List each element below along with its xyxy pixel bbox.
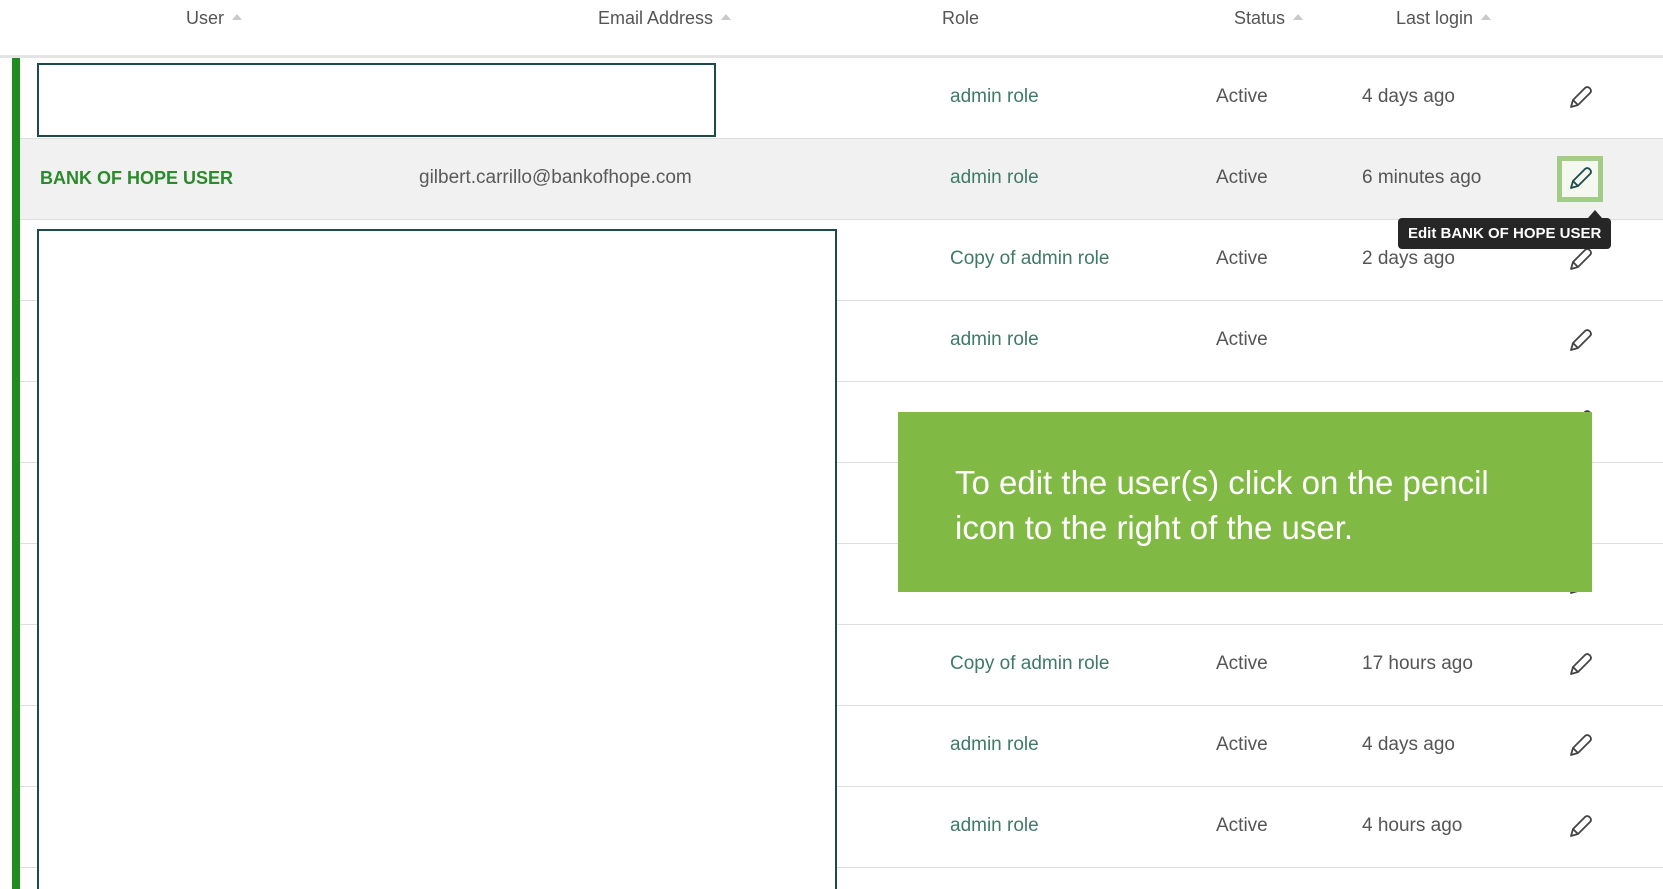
pencil-icon [1566,327,1594,355]
pencil-icon [1566,84,1594,112]
edit-user-button[interactable] [1557,75,1603,121]
table-row[interactable]: BANK OF HOPE USER gilbert.carrillo@banko… [20,139,1663,220]
user-status: Active [1216,653,1268,674]
pencil-icon [1562,161,1598,197]
redaction-box [37,229,837,889]
column-header-last-login[interactable]: Last login [1396,8,1492,29]
column-header-user[interactable]: User [186,8,243,29]
column-header-status-label: Status [1234,8,1286,28]
sort-ascending-icon[interactable] [232,14,243,21]
column-header-status[interactable]: Status [1234,8,1304,29]
redaction-box [37,63,716,137]
sort-ascending-icon[interactable] [1293,14,1304,21]
user-role: admin role [950,167,1039,188]
edit-user-button[interactable] [1557,642,1603,688]
pencil-icon [1566,246,1594,274]
user-role: Copy of admin role [950,653,1110,674]
edit-user-button[interactable] [1557,804,1603,850]
user-status: Active [1216,167,1268,188]
user-status: Active [1216,815,1268,836]
column-header-email-label: Email Address [598,8,714,28]
user-last-login: 17 hours ago [1362,653,1473,674]
column-header-role-label: Role [942,8,980,28]
sort-ascending-icon[interactable] [1481,14,1492,21]
selected-group-accent-bar [12,58,20,889]
column-header-last-login-label: Last login [1396,8,1474,28]
pencil-icon [1566,732,1594,760]
tooltip-arrow [1588,210,1602,218]
edit-user-button[interactable] [1557,723,1603,769]
user-last-login: 6 minutes ago [1362,167,1482,188]
user-status: Active [1216,248,1268,269]
sort-ascending-icon[interactable] [721,14,732,21]
user-status: Active [1216,86,1268,107]
user-role: admin role [950,329,1039,350]
user-email: gilbert.carrillo@bankofhope.com [419,167,692,188]
column-header-user-label: User [186,8,225,28]
edit-tooltip: Edit BANK OF HOPE USER [1398,218,1612,249]
pencil-icon [1566,651,1594,679]
instruction-callout: To edit the user(s) click on the pencil … [898,412,1592,592]
edit-user-button[interactable] [1557,318,1603,364]
user-last-login: 4 days ago [1362,734,1455,755]
column-header-email[interactable]: Email Address [598,8,732,29]
user-status: Active [1216,329,1268,350]
user-role: Copy of admin role [950,248,1110,269]
user-last-login: 4 days ago [1362,86,1455,107]
table-header: User Email Address Role Status Last logi… [0,0,1663,58]
instruction-callout-text: To edit the user(s) click on the pencil … [955,464,1489,546]
column-header-role: Role [942,8,979,29]
edit-user-button[interactable] [1557,156,1603,202]
user-status: Active [1216,734,1268,755]
pencil-icon [1566,813,1594,841]
user-role: admin role [950,815,1039,836]
user-name[interactable]: BANK OF HOPE USER [40,139,233,219]
user-last-login: 4 hours ago [1362,815,1463,836]
user-role: admin role [950,86,1039,107]
user-role: admin role [950,734,1039,755]
